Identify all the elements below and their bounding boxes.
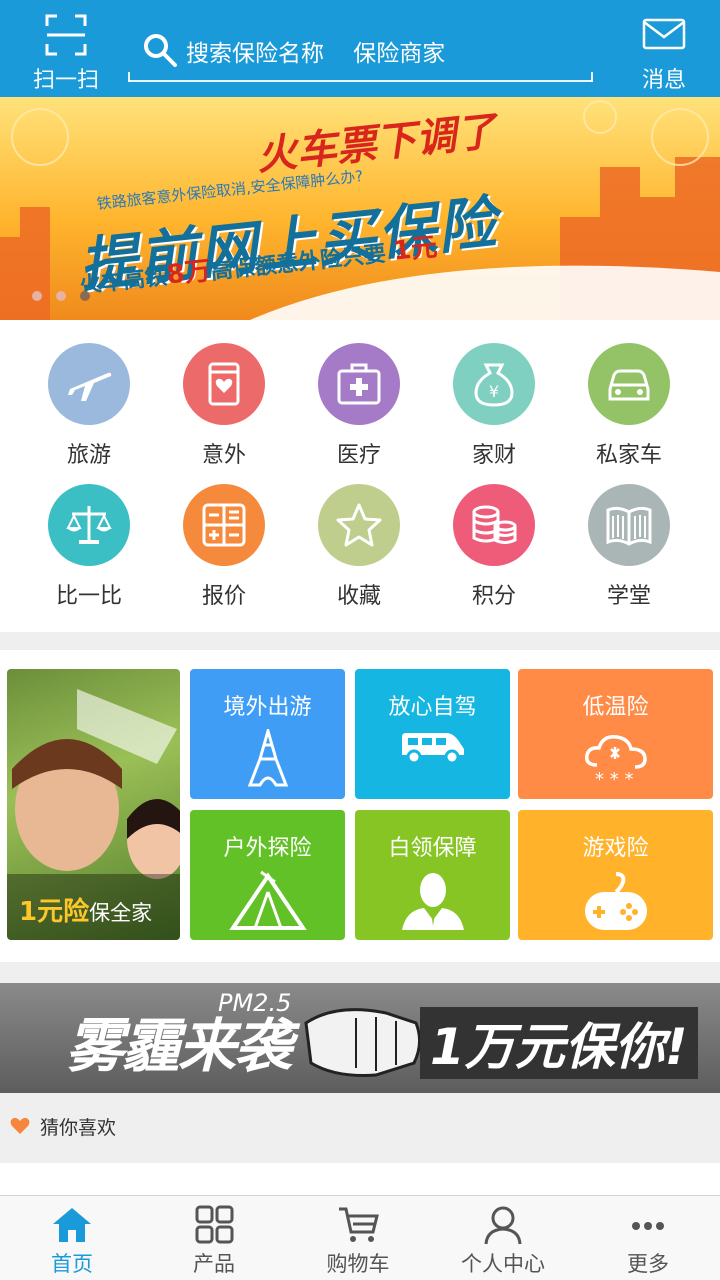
category-label: 报价: [201, 584, 246, 609]
svg-text:* * *: * * *: [595, 769, 633, 789]
promo-tile[interactable]: 游戏险: [518, 810, 713, 940]
person-icon: [355, 870, 510, 932]
promo-tile-label: 放心自驾: [388, 695, 477, 720]
book-icon: [588, 484, 670, 566]
promo-carousel[interactable]: 火车票下调了 铁路旅客意外保险取消,安全保障肿么办? 提前网上买保险 火车高铁8…: [0, 97, 720, 320]
fist-icon: [304, 1008, 421, 1077]
caption-price: 1元险: [19, 897, 90, 927]
nav-item[interactable]: 购物车: [298, 1204, 418, 1278]
promo-tile-label: 户外探险: [223, 836, 312, 861]
money-bag-icon: ¥: [453, 343, 535, 425]
message-label: 消息: [641, 68, 686, 93]
envelope-icon: [642, 18, 686, 50]
promo-tile-label: 游戏险: [582, 836, 649, 861]
nav-item[interactable]: 产品: [154, 1204, 274, 1278]
category-item[interactable]: 收藏: [304, 484, 414, 610]
family-promo-caption: 1元险保全家: [7, 874, 180, 940]
carousel-dot[interactable]: [56, 291, 66, 301]
nav-item[interactable]: 个人中心: [443, 1204, 563, 1278]
van-icon: [355, 729, 510, 765]
scan-icon: [45, 14, 87, 56]
category-grid: 旅游 意外 医疗 ¥ 家财 私家车比一比 报价 收藏 积分 学堂: [0, 320, 720, 632]
nav-item[interactable]: 首页: [12, 1204, 132, 1278]
promo-tile[interactable]: 低温险 * * *: [518, 669, 713, 799]
category-label: 比一比: [55, 584, 122, 609]
grid-icon: [195, 1205, 234, 1244]
nav-label: 更多: [627, 1252, 669, 1276]
more-icon: [632, 1222, 664, 1230]
nav-label: 产品: [193, 1252, 235, 1276]
carousel-dot[interactable]: [80, 291, 90, 301]
message-button[interactable]: 消息: [628, 14, 700, 94]
scan-button[interactable]: 扫一扫: [22, 14, 110, 94]
nav-label: 个人中心: [461, 1252, 545, 1276]
category-label: 学堂: [606, 584, 651, 609]
tent-icon: [190, 870, 345, 932]
search-placeholder: 搜索保险名称 保险商家: [186, 41, 446, 67]
banner-bottom-b: 8万: [165, 256, 213, 291]
category-item[interactable]: 旅游: [34, 343, 144, 469]
category-item[interactable]: 私家车: [574, 343, 684, 469]
promo-tile[interactable]: 放心自驾: [355, 669, 510, 799]
search-input[interactable]: 搜索保险名称 保险商家: [128, 22, 593, 82]
guess-header: 猜你喜欢: [0, 1093, 720, 1163]
promo-tile-label: 低温险: [582, 695, 649, 720]
category-label: 医疗: [336, 443, 381, 468]
nav-label: 购物车: [326, 1252, 390, 1276]
carousel-dot[interactable]: [32, 291, 42, 301]
search-icon: [144, 34, 177, 67]
scale-icon: [48, 484, 130, 566]
promo-tile[interactable]: 境外出游: [190, 669, 345, 799]
category-item[interactable]: ¥ 家财: [439, 343, 549, 469]
gamepad-icon: [518, 870, 713, 934]
nav-item[interactable]: 更多: [588, 1204, 708, 1278]
family-promo-card[interactable]: 1元险保全家: [7, 669, 180, 940]
calculator-icon: [183, 484, 265, 566]
home-icon: [53, 1208, 91, 1242]
category-item[interactable]: 比一比: [34, 484, 144, 610]
caption-text: 保全家: [89, 901, 153, 925]
category-label: 积分: [471, 584, 516, 609]
smog-offer: 1万元保你!: [420, 1007, 698, 1079]
banner-price: 1元: [391, 232, 439, 267]
category-item[interactable]: 报价: [169, 484, 279, 610]
nav-label: 首页: [51, 1252, 93, 1276]
plane-icon: [48, 343, 130, 425]
eiffel-tower-icon: [190, 729, 345, 787]
car-icon: [588, 343, 670, 425]
bandage-icon: [183, 343, 265, 425]
top-bar: 扫一扫 搜索保险名称 保险商家 消息: [0, 0, 720, 97]
category-label: 私家车: [595, 443, 662, 468]
heart-icon: [10, 1117, 30, 1134]
category-label: 旅游: [66, 443, 111, 468]
category-label: 意外: [201, 443, 246, 468]
guess-label: 猜你喜欢: [40, 1117, 117, 1139]
promo-section: 1元险保全家 境外出游 放心自驾 低温险 * * * 户外探险 白领保障 游戏险: [0, 650, 720, 962]
bottom-nav: 首页 产品 购物车 个人中心 更多: [0, 1195, 720, 1280]
coins-icon: [453, 484, 535, 566]
smog-banner[interactable]: 雾霾来袭 PM2.5 1万元保你!: [0, 983, 720, 1093]
star-icon: [318, 484, 400, 566]
category-item[interactable]: 学堂: [574, 484, 684, 610]
category-item[interactable]: 医疗: [304, 343, 414, 469]
medical-kit-icon: [318, 343, 400, 425]
promo-tile-label: 境外出游: [223, 695, 312, 720]
snow-cloud-icon: * * *: [518, 729, 713, 789]
promo-tile[interactable]: 白领保障: [355, 810, 510, 940]
category-item[interactable]: 意外: [169, 343, 279, 469]
category-item[interactable]: 积分: [439, 484, 549, 610]
promo-tile[interactable]: 户外探险: [190, 810, 345, 940]
category-label: 家财: [471, 443, 516, 468]
pm25-label: PM2.5: [218, 989, 292, 1017]
scan-label: 扫一扫: [32, 68, 99, 93]
promo-tile-label: 白领保障: [388, 836, 477, 861]
cart-icon: [339, 1207, 379, 1242]
svg-text:¥: ¥: [489, 382, 499, 401]
carousel-dots: [32, 291, 90, 301]
category-label: 收藏: [336, 584, 381, 609]
user-icon: [484, 1206, 522, 1245]
